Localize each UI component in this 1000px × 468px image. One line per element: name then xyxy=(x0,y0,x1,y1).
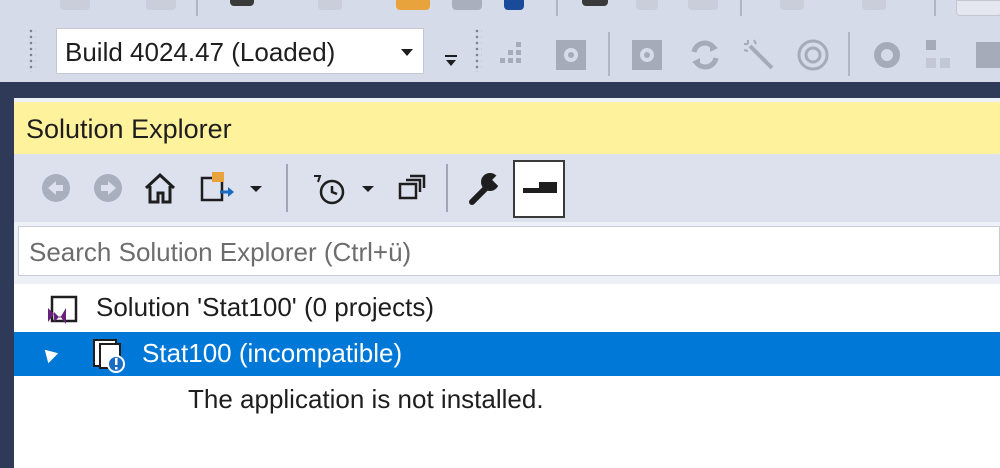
tree-item-solution[interactable]: Solution 'Stat100' (0 projects) xyxy=(14,286,1000,330)
toolbar-icon[interactable] xyxy=(60,0,90,10)
folder-icon[interactable] xyxy=(396,0,430,10)
toolbar-separator xyxy=(740,0,742,16)
toolbar-separator xyxy=(286,164,288,212)
wrench-icon[interactable] xyxy=(464,168,504,208)
chevron-down-icon[interactable] xyxy=(246,168,266,208)
expand-arrow-icon[interactable] xyxy=(39,344,59,364)
toolbar-icon[interactable] xyxy=(452,0,482,10)
toolbar-grip[interactable] xyxy=(474,28,482,72)
tree-item-message: The application is not installed. xyxy=(14,378,1000,422)
settings-icon[interactable] xyxy=(630,38,664,72)
toolbar-separator xyxy=(196,0,198,16)
panel-title: Solution Explorer xyxy=(26,114,232,144)
toolbar-grip[interactable] xyxy=(28,28,36,72)
top-toolbar xyxy=(0,0,1000,18)
toolbar-icon[interactable] xyxy=(582,0,608,6)
build-dropdown-value: Build 4024.47 (Loaded) xyxy=(65,37,336,67)
project-warning-icon xyxy=(93,339,125,373)
toolbar-separator xyxy=(608,32,610,76)
tool-icon[interactable] xyxy=(972,38,1000,72)
switch-views-icon[interactable] xyxy=(198,168,238,208)
solution-icon xyxy=(48,295,78,324)
toolbar-overflow-icon[interactable] xyxy=(444,54,458,68)
target-icon[interactable] xyxy=(796,38,830,72)
home-icon[interactable] xyxy=(140,168,180,208)
toolbar-icon[interactable] xyxy=(780,0,804,10)
project-message: The application is not installed. xyxy=(188,384,544,414)
toolbar-separator xyxy=(934,0,936,16)
preview-toggle-button[interactable] xyxy=(513,160,565,218)
gear-icon[interactable] xyxy=(870,38,904,72)
toolbar-separator xyxy=(556,0,558,16)
solution-explorer-toolbar xyxy=(14,154,1000,222)
toolbar-icon[interactable] xyxy=(688,0,718,10)
pin-icon xyxy=(523,182,557,193)
build-toolbar: Build 4024.47 (Loaded) xyxy=(0,18,1000,82)
toolbar-icon[interactable] xyxy=(636,0,658,10)
chevron-down-icon[interactable] xyxy=(358,168,378,208)
solution-tree: Solution 'Stat100' (0 projects) Stat100 … xyxy=(14,284,1000,468)
settings-icon[interactable] xyxy=(554,38,588,72)
toolbar-icon[interactable] xyxy=(146,0,176,10)
tree-item-project[interactable]: Stat100 (incompatible) xyxy=(14,332,1000,376)
toolbar-icon[interactable] xyxy=(862,0,886,10)
panel-divider xyxy=(0,82,1000,98)
toolbar-separator xyxy=(446,164,448,212)
collapse-all-icon[interactable] xyxy=(394,168,434,208)
solution-label: Solution 'Stat100' (0 projects) xyxy=(96,292,434,322)
refresh-icon[interactable] xyxy=(688,38,722,72)
pending-changes-icon[interactable] xyxy=(310,168,350,208)
save-icon[interactable] xyxy=(504,0,524,10)
panel-title-bar[interactable]: Solution Explorer xyxy=(14,102,1000,154)
toolbar-icon[interactable] xyxy=(956,0,1000,16)
panel-divider-left xyxy=(0,98,14,468)
components-icon[interactable] xyxy=(922,38,956,72)
toolbar-separator xyxy=(848,32,850,76)
search-box[interactable] xyxy=(18,226,1000,276)
toolbar-icon[interactable] xyxy=(230,0,254,6)
forward-icon[interactable] xyxy=(88,168,128,208)
solution-explorer-panel: Solution Explorer Search Solution Explor… xyxy=(14,98,1000,468)
project-label: Stat100 (incompatible) xyxy=(142,338,403,368)
tree-view-icon[interactable] xyxy=(496,38,530,72)
build-dropdown[interactable]: Build 4024.47 (Loaded) xyxy=(56,28,424,74)
back-icon[interactable] xyxy=(36,168,76,208)
toolbar-icon[interactable] xyxy=(318,0,342,10)
search-input[interactable] xyxy=(27,234,931,270)
magic-wand-icon[interactable] xyxy=(742,38,776,72)
chevron-down-icon xyxy=(401,49,413,56)
